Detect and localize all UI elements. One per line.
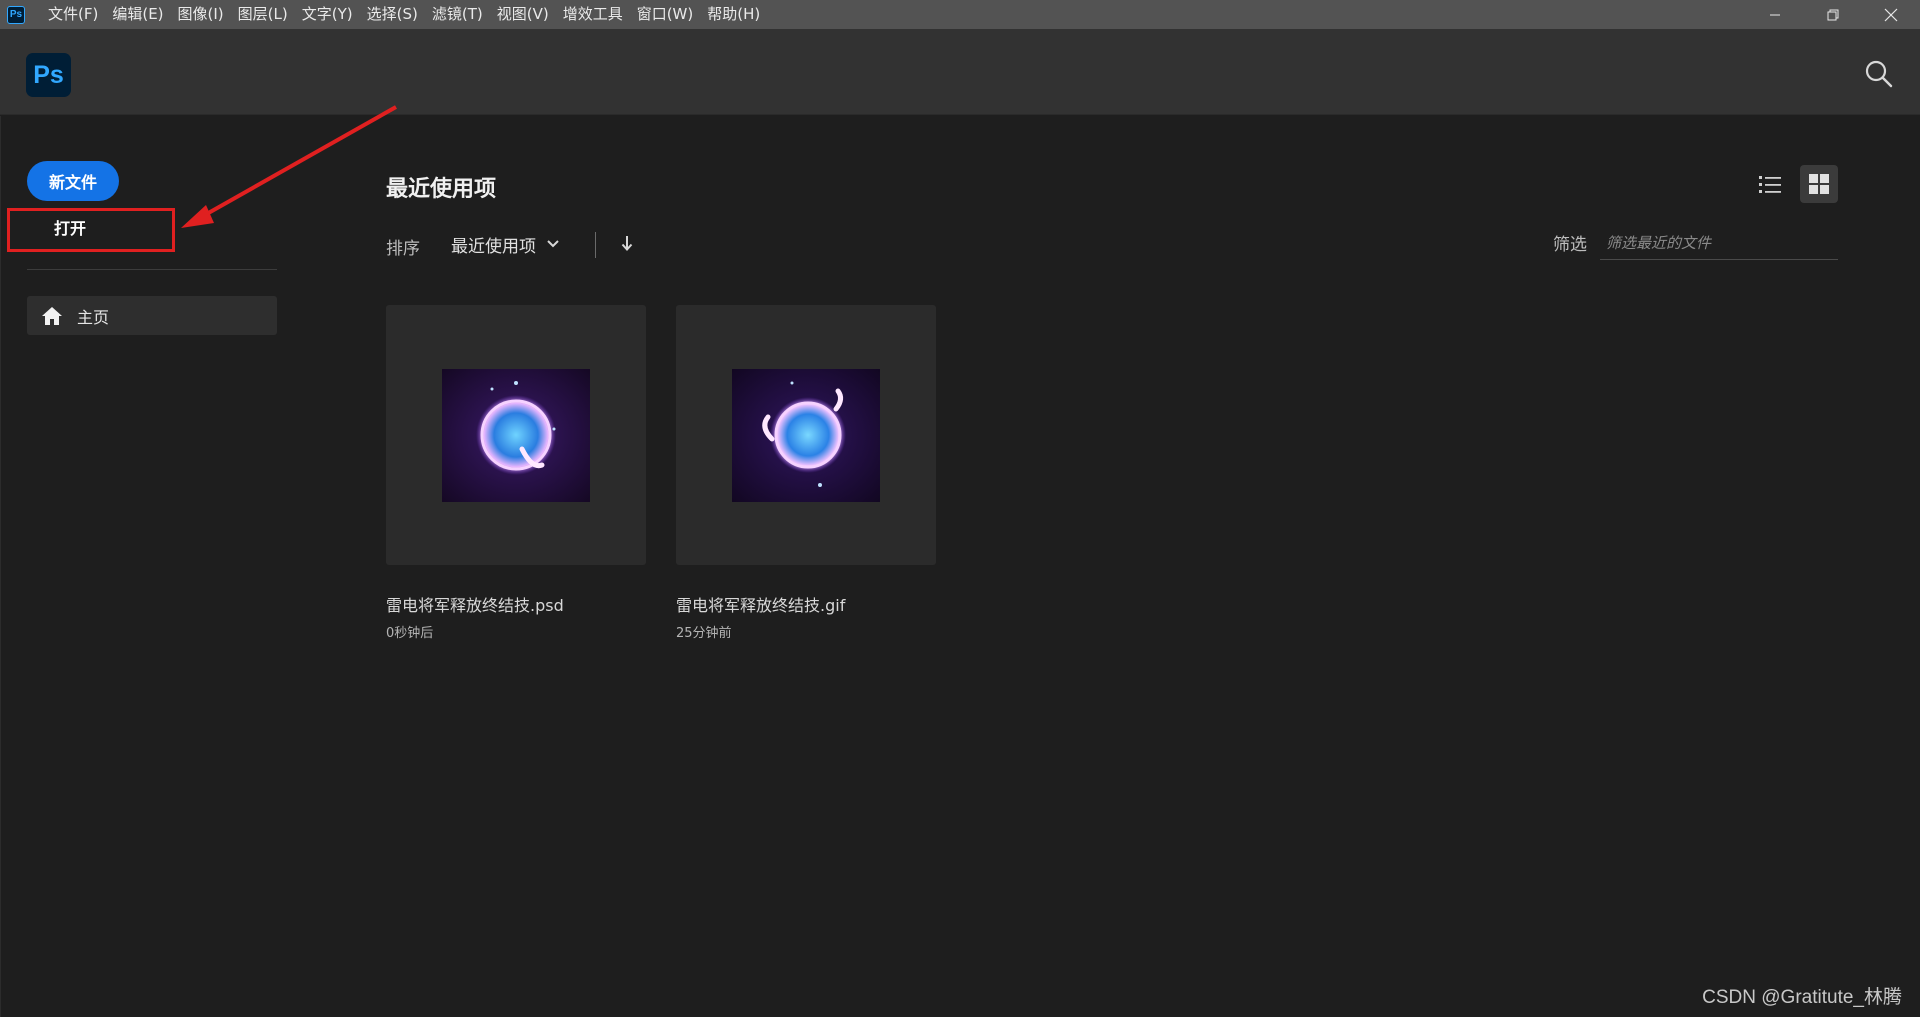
section-title: 最近使用项 (386, 177, 497, 202)
search-icon (1865, 60, 1893, 88)
sort-value: 最近使用项 (451, 236, 536, 257)
close-button[interactable] (1862, 0, 1920, 29)
photoshop-home-screen: Ps 文件(F) 编辑(E) 图像(I) 图层(L) 文字(Y) 选择(S) 滤… (0, 0, 1920, 1017)
grid-view-button[interactable] (1800, 165, 1838, 203)
file-time: 0秒钟后 (386, 626, 434, 641)
photoshop-logo[interactable]: Ps (26, 53, 71, 97)
minimize-icon (1770, 14, 1780, 15)
menu-layer[interactable]: 图层(L) (231, 0, 295, 29)
menu-bar: Ps 文件(F) 编辑(E) 图像(I) 图层(L) 文字(Y) 选择(S) 滤… (0, 0, 1920, 29)
recent-file-card[interactable]: 雷电将军释放终结技.psd 0秒钟后 (386, 305, 646, 641)
sidebar-item-label: 主页 (77, 307, 110, 327)
menu-image[interactable]: 图像(I) (171, 0, 231, 29)
sort-separator (595, 232, 596, 258)
thumbnail-image (732, 368, 880, 502)
home-icon (42, 306, 62, 325)
menu-type[interactable]: 文字(Y) (295, 0, 360, 29)
open-button[interactable]: 打开 (27, 207, 147, 247)
file-thumbnail[interactable] (386, 305, 646, 565)
list-view-icon (1759, 176, 1781, 193)
arrow-down-icon (621, 236, 633, 251)
file-name[interactable]: 雷电将军释放终结技.gif (676, 592, 936, 616)
menu-window[interactable]: 窗口(W) (630, 0, 701, 29)
new-file-button[interactable]: 新文件 (27, 161, 119, 201)
filter-input[interactable] (1600, 226, 1838, 260)
main-content: 最近使用项 排序 最近使用项 筛选 筛选最近的文件 雷电将军释放终结技.psd … (300, 116, 1920, 1017)
sort-direction-button[interactable] (619, 234, 635, 254)
window-controls (1746, 0, 1920, 29)
menu-plugins[interactable]: 增效工具 (556, 0, 630, 29)
search-button[interactable] (1864, 59, 1894, 89)
list-view-button[interactable] (1751, 165, 1789, 203)
sort-label: 排序 (386, 239, 420, 259)
file-time: 25分钟前 (676, 626, 732, 641)
menu-file[interactable]: 文件(F) (41, 0, 105, 29)
grid-view-icon (1809, 174, 1829, 194)
file-thumbnail[interactable] (676, 305, 936, 565)
app-icon[interactable]: Ps (7, 5, 25, 24)
sidebar-divider (27, 269, 277, 270)
sidebar-item-home[interactable]: 主页 (27, 296, 277, 335)
restore-icon (1827, 9, 1839, 20)
sidebar: 新文件 打开 主页 (0, 116, 300, 1017)
sort-dropdown[interactable]: 最近使用项 (451, 229, 560, 259)
recent-file-card[interactable]: 雷电将军释放终结技.gif 25分钟前 (676, 305, 936, 641)
chevron-down-icon (547, 240, 559, 248)
minimize-button[interactable] (1746, 0, 1804, 29)
thumbnail-image (442, 368, 590, 502)
menu-filter[interactable]: 滤镜(T) (425, 0, 490, 29)
close-icon (1884, 8, 1898, 21)
watermark: CSDN @Gratitute_林腾 (1702, 987, 1902, 1008)
app-header: Ps (0, 29, 1920, 115)
filter-label: 筛选 (1553, 235, 1587, 255)
menu-edit[interactable]: 编辑(E) (105, 0, 170, 29)
restore-button[interactable] (1804, 0, 1862, 29)
file-name[interactable]: 雷电将军释放终结技.psd (386, 592, 646, 616)
menu-view[interactable]: 视图(V) (490, 0, 556, 29)
menu-help[interactable]: 帮助(H) (700, 0, 767, 29)
menu-select[interactable]: 选择(S) (360, 0, 425, 29)
